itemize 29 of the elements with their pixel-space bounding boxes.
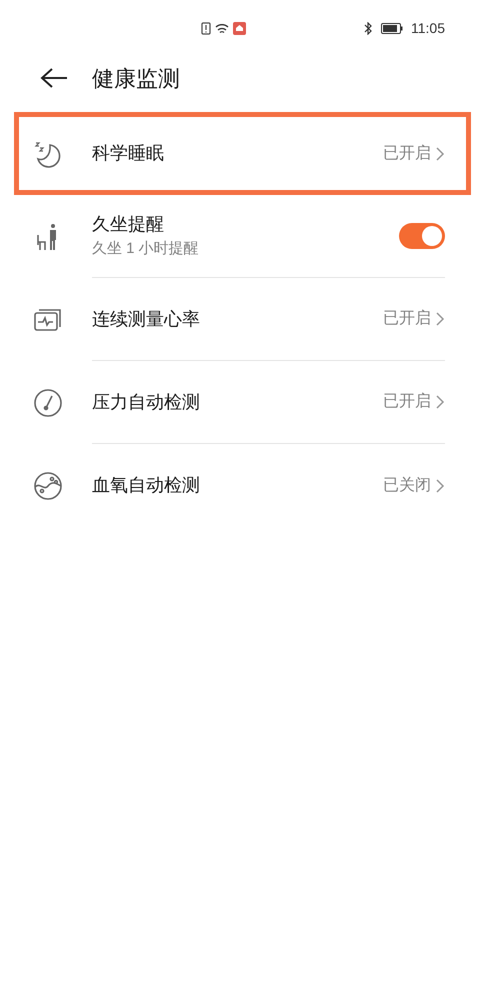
setting-status: 已开启	[383, 392, 431, 412]
chevron-right-icon	[435, 146, 445, 162]
setting-status: 已开启	[383, 308, 431, 329]
setting-row[interactable]: 压力自动检测 已开启	[0, 361, 485, 444]
setting-subtitle: 久坐 1 小时提醒	[92, 239, 200, 260]
status-time: 11:05	[411, 18, 445, 38]
page-title: 健康监测	[92, 64, 180, 92]
chevron-right-icon	[435, 478, 445, 494]
back-button[interactable]	[40, 67, 68, 89]
chevron-right-icon	[435, 311, 445, 327]
setting-status: 已关闭	[383, 476, 431, 496]
setting-row[interactable]: 连续测量心率 已开启	[0, 278, 485, 361]
setting-status: 已开启	[383, 144, 431, 164]
wifi-icon	[215, 22, 230, 34]
gauge-icon	[32, 386, 64, 418]
chevron-right-icon	[435, 394, 445, 410]
bluetooth-icon	[364, 22, 373, 34]
setting-row[interactable]: 久坐提醒 久坐 1 小时提醒	[0, 195, 485, 278]
setting-title: 久坐提醒	[92, 213, 165, 236]
blood-oxygen-icon	[32, 470, 64, 502]
sim-alert-icon	[201, 22, 212, 34]
setting-title: 血氧自动检测	[92, 474, 201, 497]
setting-title: 连续测量心率	[92, 308, 201, 330]
setting-title: 压力自动检测	[92, 390, 201, 414]
app-notification-icon	[233, 22, 246, 34]
setting-row[interactable]: 血氧自动检测 已关闭	[0, 444, 485, 527]
toggle-switch[interactable]	[399, 223, 445, 249]
setting-title: 科学睡眠	[92, 142, 165, 165]
battery-icon	[381, 22, 403, 34]
